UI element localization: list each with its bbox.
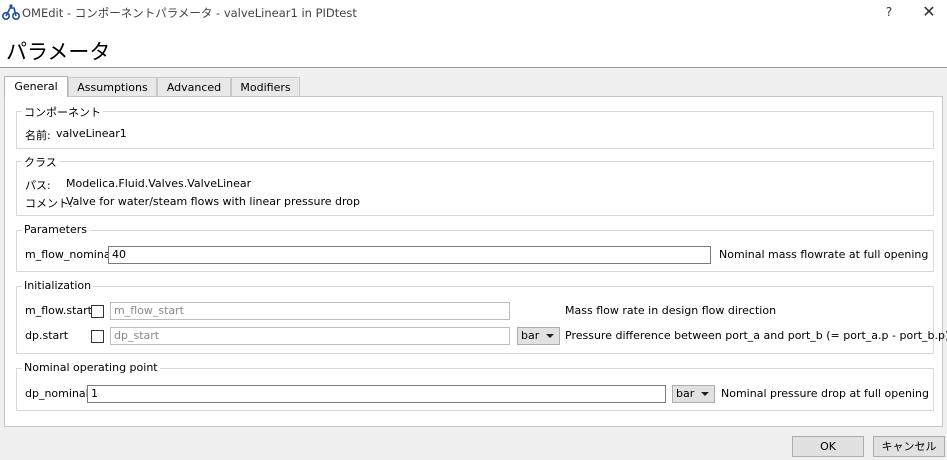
dp-start-unit-value: bar [521, 329, 540, 342]
dp-nominal-input[interactable]: 1 [87, 385, 666, 403]
page-title: パラメータ [6, 40, 111, 64]
initialization-group-legend: Initialization [22, 279, 94, 292]
help-button[interactable]: ? [878, 2, 900, 22]
nominal-operating-point-legend: Nominal operating point [22, 361, 160, 374]
chevron-down-icon [546, 334, 554, 338]
window-title: OMEdit - コンポーネントパラメータ - valveLinear1 in … [22, 6, 357, 20]
component-name-value: valveLinear1 [56, 127, 127, 140]
dp-nominal-description: Nominal pressure drop at full opening [721, 387, 929, 400]
chevron-down-icon [701, 392, 709, 396]
omedit-app-icon [2, 4, 20, 20]
m-flow-start-checkbox[interactable] [91, 305, 104, 318]
parameters-group-legend: Parameters [22, 223, 89, 236]
dp-start-description: Pressure difference between port_a and p… [565, 329, 947, 342]
dp-nominal-unit-select[interactable]: bar [672, 385, 715, 403]
tab-assumptions[interactable]: Assumptions [68, 77, 157, 96]
dp-nominal-unit-value: bar [676, 387, 695, 400]
m-flow-start-description: Mass flow rate in design flow direction [565, 304, 777, 317]
m-flow-nominal-input[interactable]: 40 [108, 246, 711, 264]
m-flow-start-label: m_flow.start [25, 304, 92, 317]
header-area [0, 24, 947, 68]
class-path-label: パス: [25, 179, 51, 192]
dp-start-unit-select[interactable]: bar [517, 327, 560, 345]
dp-nominal-label: dp_nominal [25, 387, 89, 400]
dp-start-checkbox[interactable] [91, 330, 104, 343]
cancel-button[interactable]: キャンセル [873, 436, 945, 457]
component-group-legend: コンポーネント [22, 104, 103, 120]
tab-general[interactable]: General [4, 76, 68, 97]
dp-start-label: dp.start [25, 329, 69, 342]
ok-button[interactable]: OK [792, 436, 864, 457]
class-path-value: Modelica.Fluid.Valves.ValveLinear [66, 177, 252, 190]
m-flow-nominal-description: Nominal mass flowrate at full opening [719, 248, 929, 261]
m-flow-nominal-label: m_flow_nominal [25, 248, 114, 261]
class-group-legend: クラス [22, 154, 59, 170]
dp-start-input[interactable]: dp_start [110, 327, 510, 345]
m-flow-start-input[interactable]: m_flow_start [110, 302, 510, 320]
tab-advanced[interactable]: Advanced [157, 77, 231, 96]
tab-modifiers[interactable]: Modifiers [231, 77, 300, 96]
close-button[interactable]: ✕ [916, 2, 942, 22]
component-name-label: 名前: [25, 129, 51, 142]
component-group [16, 111, 934, 149]
class-comment-value: Valve for water/steam flows with linear … [66, 195, 360, 208]
